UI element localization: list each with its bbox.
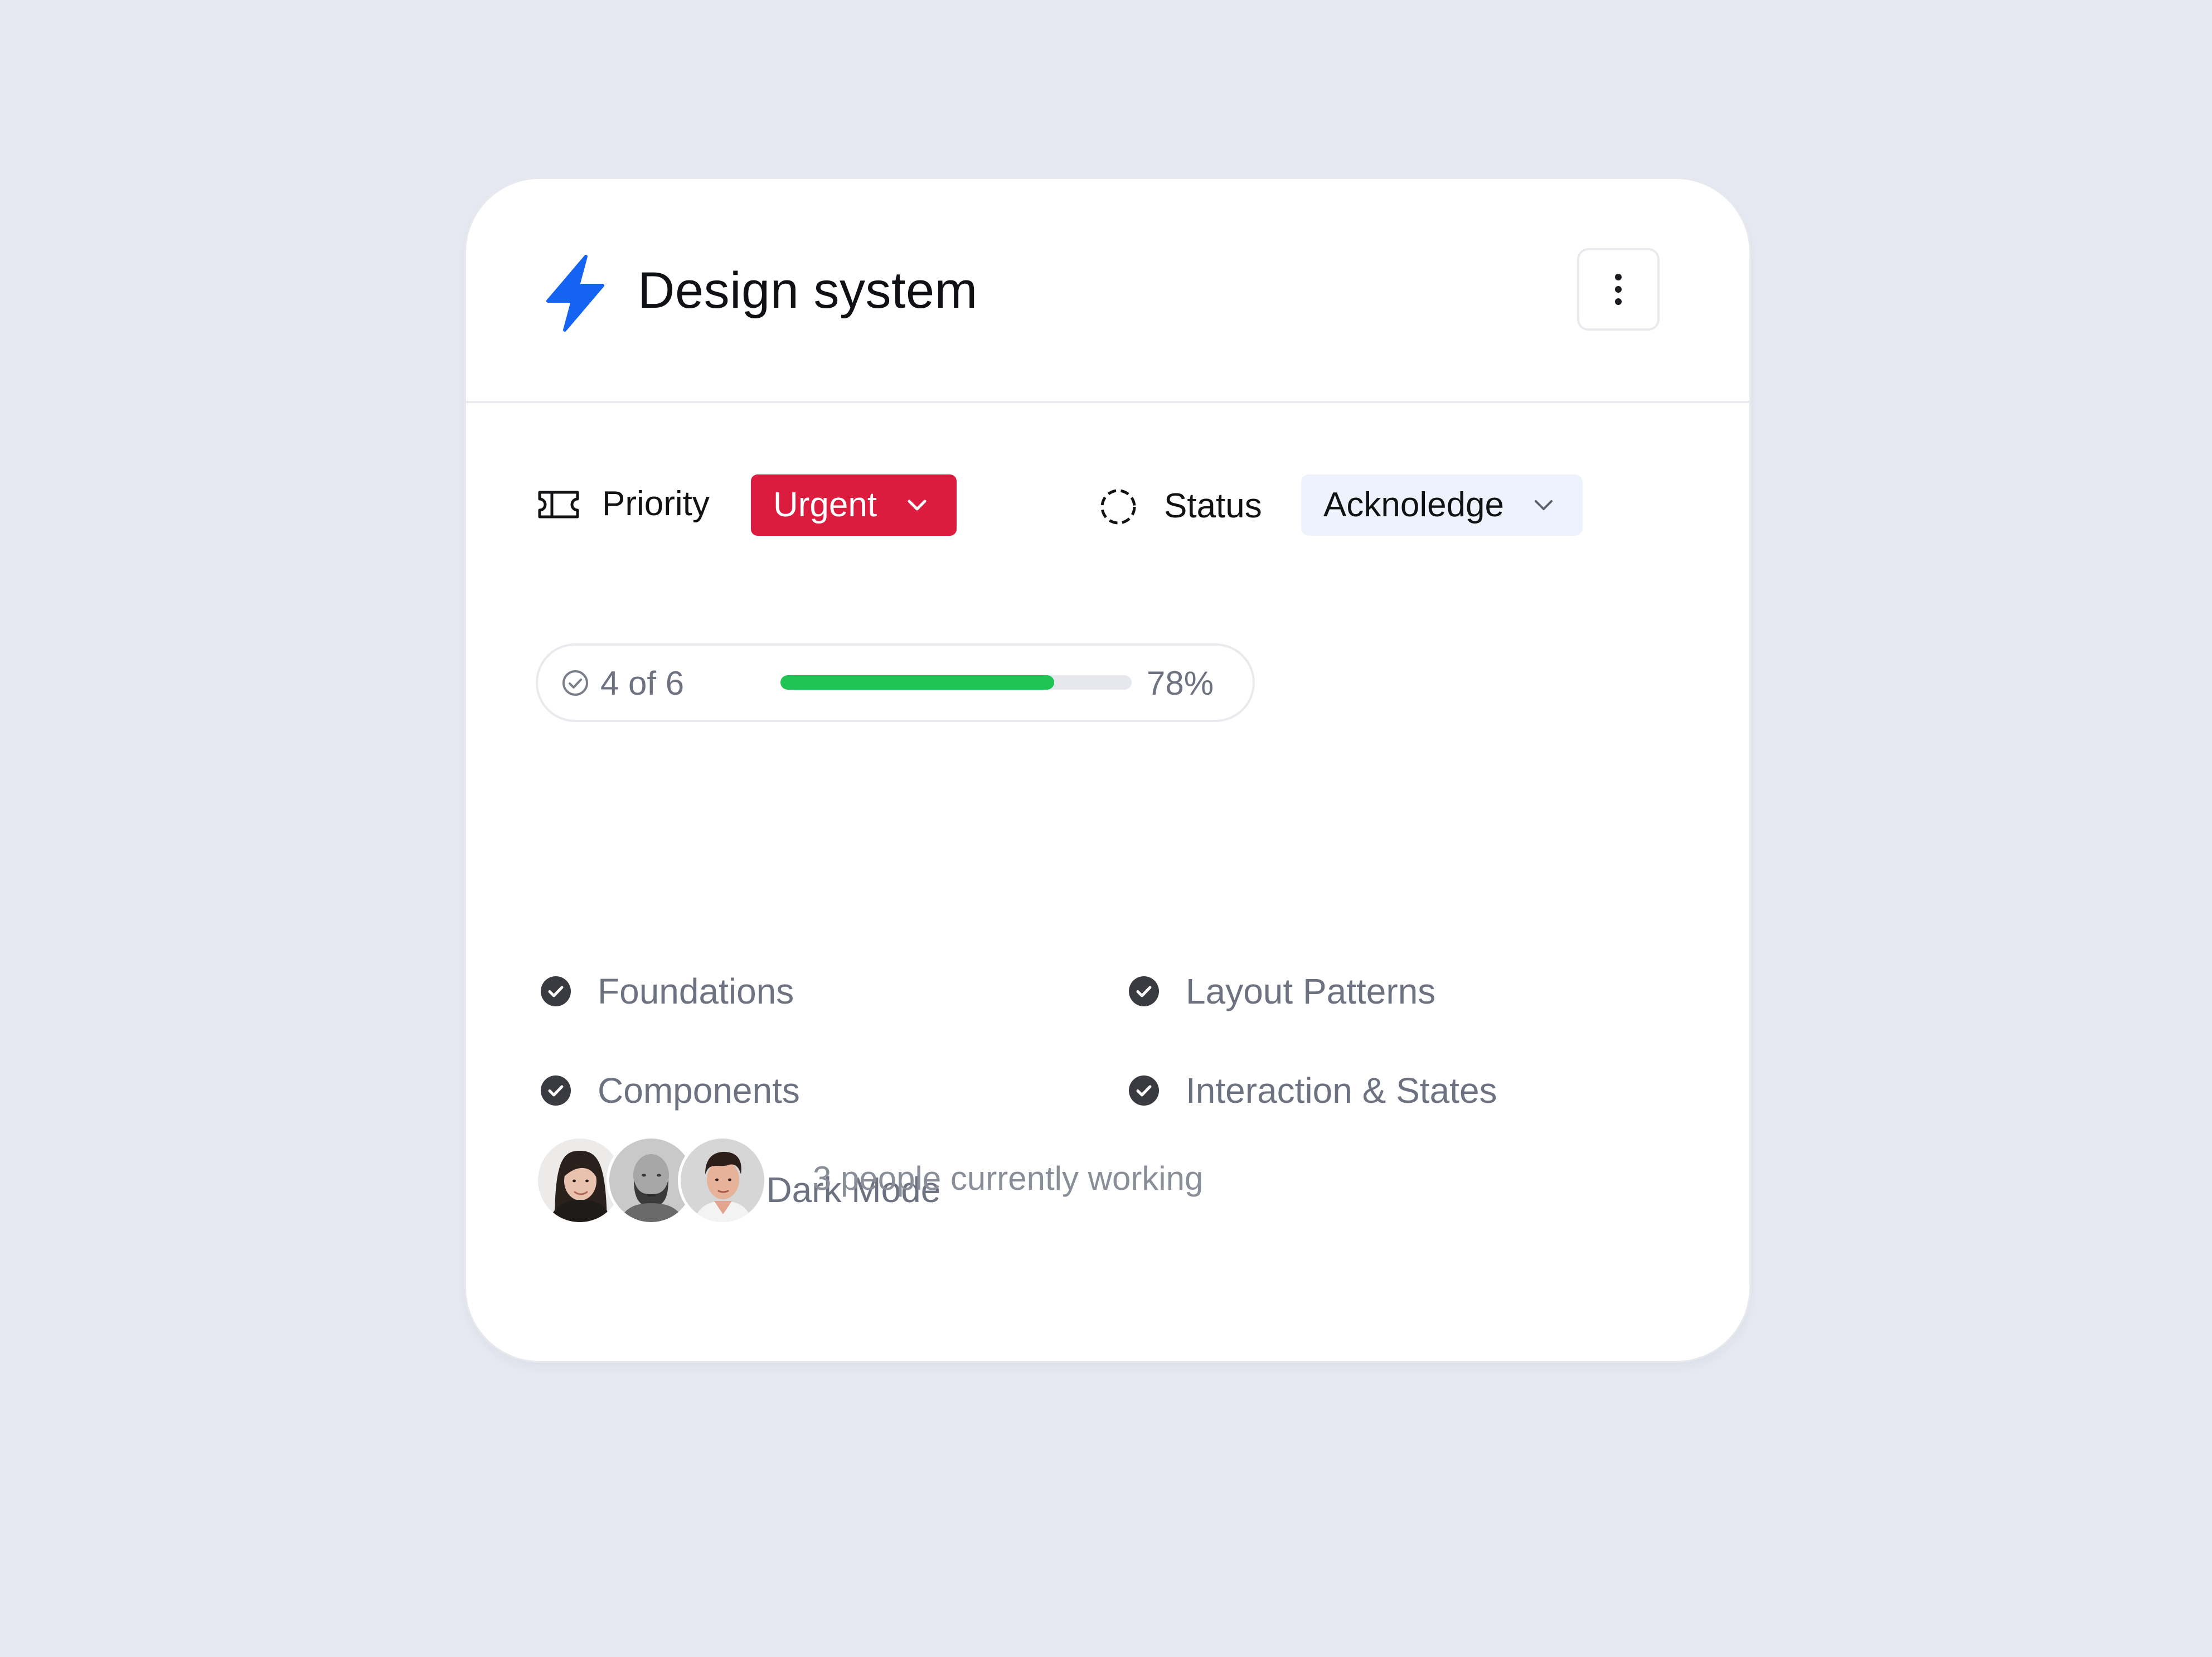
avatar-young-man (681, 1138, 764, 1222)
check-circle-filled-icon (541, 976, 571, 1006)
status-value: Acknoledge (1323, 486, 1505, 524)
project-card: Design system Priority Urgent Status Ack… (466, 179, 1749, 1361)
priority-dropdown[interactable]: Urgent (751, 474, 957, 536)
priority-label: Priority (602, 484, 710, 523)
check-circle-filled-icon (541, 1075, 571, 1106)
check-circle-outline-icon (562, 670, 588, 696)
chevron-down-icon (908, 500, 926, 511)
progress-summary: 4 of 6 78% (536, 643, 1255, 722)
card-title: Design system (638, 262, 978, 319)
ticket-icon (538, 491, 579, 519)
lightning-bolt-icon (546, 255, 604, 332)
task-label: Interaction & States (1186, 1070, 1497, 1111)
priority-value: Urgent (773, 486, 877, 524)
status-dropdown[interactable]: Acknoledge (1301, 474, 1583, 536)
check-circle-filled-icon (1129, 1075, 1159, 1106)
avatar-group (535, 1136, 767, 1225)
task-item-layout-patterns[interactable]: Layout Patterns (1128, 969, 1518, 1014)
task-label: Layout Patterns (1186, 971, 1436, 1011)
task-label: Foundations (598, 971, 794, 1011)
more-options-button[interactable] (1577, 248, 1660, 331)
card-header: Design system (466, 179, 1749, 403)
status-label: Status (1164, 487, 1262, 525)
task-label: Components (598, 1070, 800, 1111)
check-circle-filled-icon (1129, 976, 1159, 1006)
chevron-down-icon (1535, 500, 1553, 510)
task-item-foundations[interactable]: Foundations (540, 969, 874, 1014)
progress-bar-fill (780, 675, 1055, 690)
vertical-dots-icon (1615, 274, 1622, 305)
progress-bar (780, 675, 1132, 690)
status-dashed-circle-icon (1100, 489, 1136, 525)
task-item-components[interactable]: Components (540, 1068, 874, 1113)
avatar[interactable] (678, 1136, 767, 1225)
task-item-interaction-states[interactable]: Interaction & States (1128, 1068, 1574, 1113)
team-activity-text: 3 people currently working (813, 1160, 1204, 1197)
progress-percent: 78% (1147, 665, 1214, 702)
progress-count: 4 of 6 (600, 665, 685, 702)
